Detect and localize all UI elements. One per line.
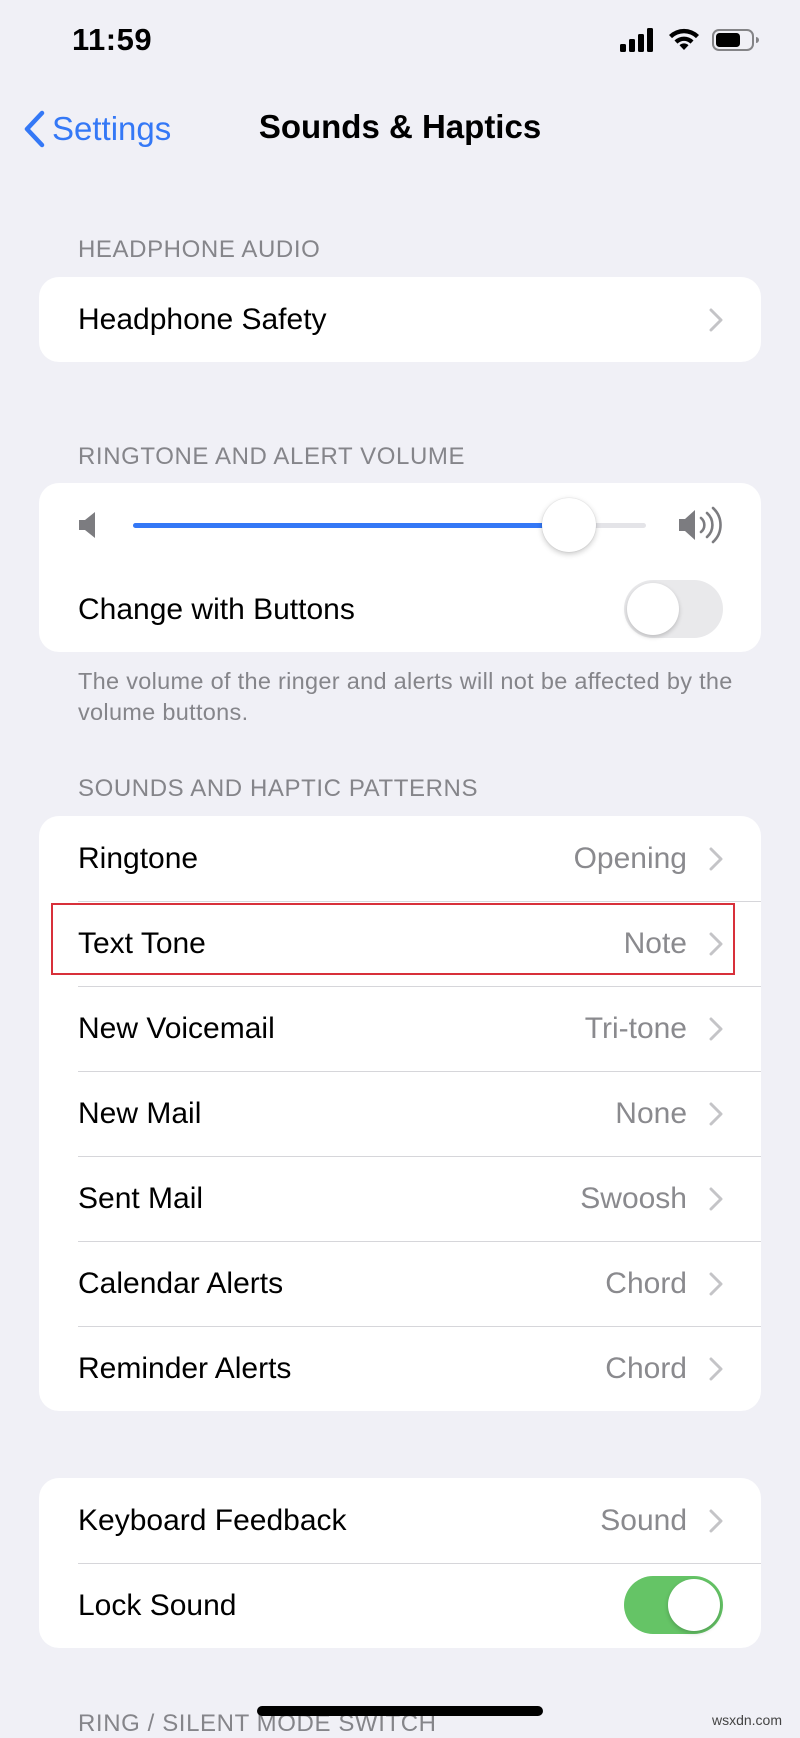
row-label: Keyboard Feedback xyxy=(78,1503,347,1537)
row-reminder-alerts[interactable]: Reminder Alerts Chord xyxy=(39,1326,761,1411)
speaker-low-icon xyxy=(79,512,95,538)
chevron-right-icon xyxy=(709,1017,723,1041)
signal-icon xyxy=(620,28,653,52)
lock-sound-toggle[interactable] xyxy=(624,1576,723,1634)
row-sent-mail[interactable]: Sent Mail Swoosh xyxy=(39,1156,761,1241)
speaker-high-icon xyxy=(679,506,722,544)
headphone-group: Headphone Safety xyxy=(39,277,761,362)
row-value: Chord xyxy=(605,1266,687,1300)
volume-slider-thumb[interactable] xyxy=(542,498,597,552)
toggle-knob xyxy=(668,1579,720,1631)
text-tone-highlight-box xyxy=(51,903,735,975)
chevron-right-icon xyxy=(709,1102,723,1126)
chevron-right-icon xyxy=(709,1509,723,1533)
volume-slider-row xyxy=(39,483,761,567)
chevron-right-icon xyxy=(709,1357,723,1381)
row-value: Swoosh xyxy=(580,1181,687,1215)
home-indicator[interactable] xyxy=(257,1706,543,1716)
row-value: Sound xyxy=(600,1503,687,1537)
volume-slider-fill xyxy=(133,523,570,528)
status-time: 11:59 xyxy=(72,22,153,57)
row-label: New Mail xyxy=(78,1096,202,1130)
chevron-right-icon xyxy=(709,1187,723,1211)
battery-icon xyxy=(712,29,759,51)
section-header-headphone-audio: HEADPHONE AUDIO xyxy=(78,236,321,263)
row-lock-sound: Lock Sound xyxy=(39,1563,761,1648)
row-calendar-alerts[interactable]: Calendar Alerts Chord xyxy=(39,1241,761,1326)
feedback-group: Keyboard Feedback Sound Lock Sound xyxy=(39,1478,761,1648)
row-ringtone[interactable]: Ringtone Opening xyxy=(39,816,761,901)
row-label: Ringtone xyxy=(78,841,199,875)
chevron-right-icon xyxy=(709,1272,723,1296)
volume-group: Change with Buttons xyxy=(39,483,761,652)
chevron-right-icon xyxy=(709,847,723,871)
page-title: Sounds & Haptics xyxy=(258,108,542,145)
section-header-sound-patterns: SOUNDS AND HAPTIC PATTERNS xyxy=(78,775,479,802)
row-value: Opening xyxy=(573,841,687,875)
row-new-mail[interactable]: New Mail None xyxy=(39,1071,761,1156)
row-value: Chord xyxy=(605,1351,687,1385)
chevron-right-icon xyxy=(709,308,723,332)
row-label: Headphone Safety xyxy=(78,302,327,336)
row-label: New Voicemail xyxy=(78,1011,275,1045)
row-change-with-buttons: Change with Buttons xyxy=(39,567,761,652)
wifi-icon xyxy=(669,28,699,50)
section-header-ringtone-volume: RINGTONE AND ALERT VOLUME xyxy=(78,443,466,470)
row-value: Tri-tone xyxy=(584,1011,687,1045)
toggle-knob xyxy=(627,583,679,635)
row-keyboard-feedback[interactable]: Keyboard Feedback Sound xyxy=(39,1478,761,1563)
row-label: Change with Buttons xyxy=(78,592,355,626)
row-label: Sent Mail xyxy=(78,1181,204,1215)
row-new-voicemail[interactable]: New Voicemail Tri-tone xyxy=(39,986,761,1071)
row-headphone-safety[interactable]: Headphone Safety xyxy=(39,277,761,362)
row-label: Lock Sound xyxy=(78,1588,237,1622)
row-value: None xyxy=(615,1096,687,1130)
volume-footnote: The volume of the ringer and alerts will… xyxy=(78,668,733,725)
status-icons xyxy=(620,28,760,52)
change-with-buttons-toggle[interactable] xyxy=(624,580,723,638)
row-label: Calendar Alerts xyxy=(78,1266,284,1300)
watermark: wsxdn.com xyxy=(711,1712,782,1728)
row-label: Reminder Alerts xyxy=(78,1351,292,1385)
